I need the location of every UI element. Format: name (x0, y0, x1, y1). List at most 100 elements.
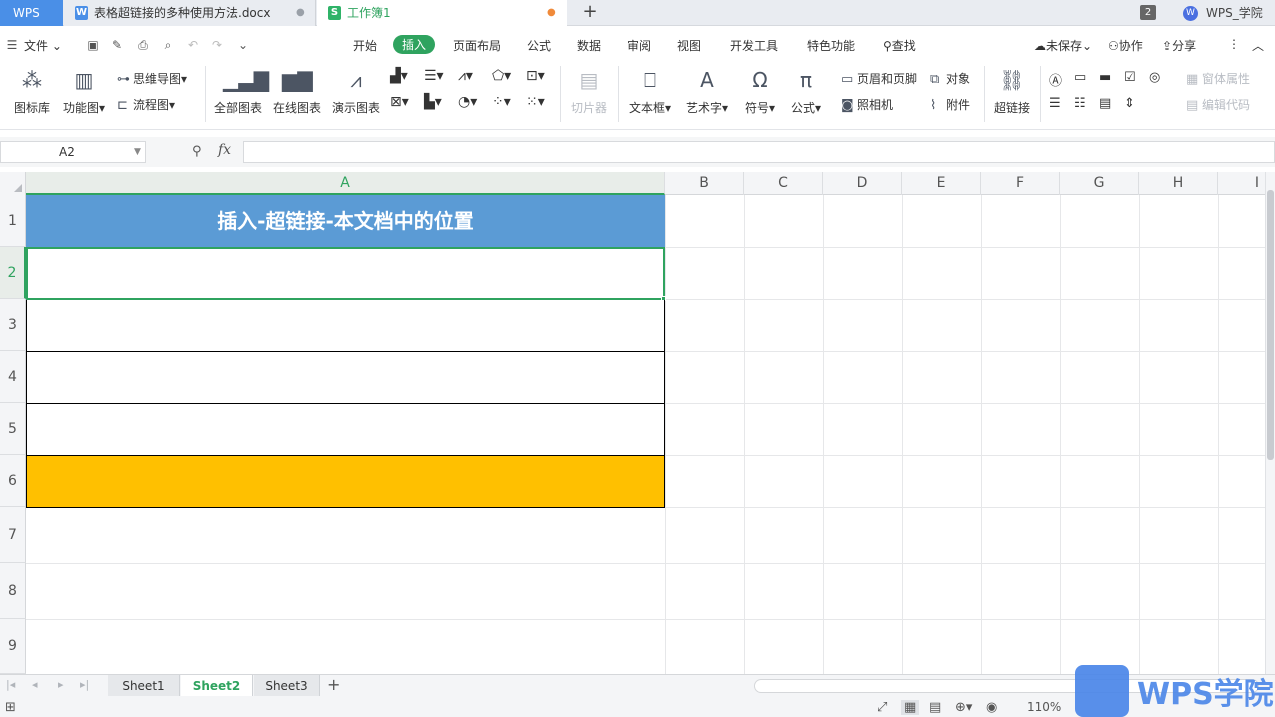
format-painter-icon[interactable]: ✎ (110, 38, 124, 52)
row-header-8[interactable]: 8 (0, 563, 26, 619)
normal-view-icon[interactable]: ▦ (901, 700, 920, 715)
menu-search[interactable]: ⚲查找 (883, 37, 916, 54)
column-header-d[interactable]: D (823, 172, 902, 195)
sheet-tab-3[interactable]: Sheet3 (254, 675, 320, 697)
menu-data[interactable]: 数据 (577, 37, 601, 54)
tab-workbook[interactable]: S 工作簿1 ● (317, 0, 567, 26)
row-header-2[interactable]: 2 (0, 247, 26, 299)
window-count-badge[interactable]: 2 (1140, 5, 1156, 20)
function-chart-button[interactable]: ▥ 功能图▾ (60, 66, 108, 116)
hamburger-menu-icon[interactable]: ☰ (5, 38, 19, 52)
row-header-4[interactable]: 4 (0, 351, 26, 403)
tab-document-docx[interactable]: W 表格超链接的多种使用方法.docx ● (64, 0, 316, 26)
menu-page-layout[interactable]: 页面布局 (453, 37, 501, 54)
scatter-chart-icon[interactable]: ⁘▾ (492, 94, 511, 110)
fullscreen-icon[interactable]: ⤢ (877, 700, 887, 715)
new-tab-button[interactable]: + (580, 0, 600, 26)
hyperlink-button[interactable]: ⛓ 超链接 (991, 66, 1033, 116)
chevron-down-icon[interactable]: ▼ (134, 142, 141, 162)
row-header-5[interactable]: 5 (0, 403, 26, 455)
next-sheet-icon[interactable]: ▸ (58, 678, 64, 691)
slicer-button[interactable]: ▤ 切片器 (567, 66, 611, 116)
attachment-button[interactable]: ⌇ 附件 (930, 96, 970, 113)
save-icon[interactable]: ▣ (86, 38, 100, 52)
menu-view[interactable]: 视图 (677, 37, 701, 54)
form-label-icon[interactable]: Ⓐ (1049, 70, 1062, 89)
combo-chart-icon[interactable]: ▙▾ (424, 94, 442, 110)
reading-mode-icon[interactable]: ⊕▾ (955, 700, 972, 715)
menu-insert[interactable]: 插入 (393, 35, 436, 54)
demo-charts-button[interactable]: ⩘ 演示图表 (331, 66, 381, 116)
column-header-b[interactable]: B (665, 172, 744, 195)
macro-icon[interactable]: ⊞ (5, 700, 16, 715)
insert-function-icon[interactable]: fx (218, 142, 231, 158)
form-checkbox-icon[interactable]: ☑ (1124, 70, 1136, 85)
cell-a1-title[interactable]: 插入-超链接-本文档中的位置 (26, 195, 665, 247)
row-header-1[interactable]: 1 (0, 195, 26, 247)
menu-home[interactable]: 开始 (353, 37, 377, 54)
column-header-e[interactable]: E (902, 172, 981, 195)
menu-file[interactable]: 文件 ⌄ (24, 37, 62, 54)
mindmap-button[interactable]: ⊶ 思维导图▾ (117, 70, 187, 87)
row-header-9[interactable]: 9 (0, 619, 26, 674)
area-chart-icon[interactable]: ⊡▾ (526, 68, 545, 84)
row-header-7[interactable]: 7 (0, 507, 26, 563)
cell-a3[interactable] (26, 300, 665, 352)
menu-features[interactable]: 特色功能 (807, 37, 855, 54)
tab-close-icon[interactable]: ● (296, 0, 305, 26)
column-header-a[interactable]: A (26, 172, 665, 195)
more-options-icon[interactable]: ⋮ (1228, 37, 1240, 51)
cell-a4[interactable] (26, 352, 665, 404)
zoom-formula-icon[interactable]: ⚲ (192, 144, 202, 159)
page-break-view-icon[interactable]: ▤ (929, 700, 941, 715)
vertical-scroll-thumb[interactable] (1267, 190, 1274, 460)
all-charts-button[interactable]: ▁▃▇ 全部图表 (213, 66, 269, 116)
wps-home-tab[interactable]: WPS (0, 0, 63, 26)
name-box[interactable]: A2 ▼ (0, 141, 146, 163)
radar-chart-icon[interactable]: ⬠▾ (492, 68, 511, 84)
prev-sheet-icon[interactable]: ◂ (32, 678, 38, 691)
print-preview-icon[interactable]: ⌕ (161, 38, 175, 52)
textbox-button[interactable]: ⎕ 文本框▾ (626, 66, 674, 116)
row-header-3[interactable]: 3 (0, 299, 26, 351)
eye-protection-icon[interactable]: ◉ (986, 700, 997, 715)
formula-button[interactable]: π 公式▾ (786, 66, 826, 116)
column-header-g[interactable]: G (1060, 172, 1139, 195)
column-header-c[interactable]: C (744, 172, 823, 195)
edit-code-button[interactable]: ▤ 编辑代码 (1186, 96, 1250, 113)
column-chart-icon[interactable]: ▟▾ (390, 68, 408, 84)
sheet-tab-2[interactable]: Sheet2 (181, 675, 253, 697)
column-header-h[interactable]: H (1139, 172, 1218, 195)
share-button[interactable]: ⇪分享 (1162, 37, 1196, 54)
camera-button[interactable]: ◙ 照相机 (841, 96, 893, 113)
collapse-ribbon-icon[interactable]: ︿ (1252, 37, 1264, 54)
add-sheet-button[interactable]: + (327, 675, 340, 695)
window-properties-button[interactable]: ▦ 窗体属性 (1186, 70, 1250, 87)
icon-library-button[interactable]: ⁂ 图标库 (11, 66, 53, 116)
undo-icon[interactable]: ↶ (186, 38, 200, 52)
menu-developer[interactable]: 开发工具 (730, 37, 778, 54)
form-listbox-icon[interactable]: ☰ (1049, 96, 1061, 111)
last-sheet-icon[interactable]: ▸| (80, 678, 89, 691)
form-scrollbar-icon[interactable]: ▤ (1099, 96, 1111, 111)
form-groupbox-icon[interactable]: ▭ (1074, 70, 1086, 85)
collaborate-button[interactable]: ⚇协作 (1108, 37, 1143, 54)
header-footer-button[interactable]: ▭ 页眉和页脚 (841, 70, 917, 87)
form-combobox-icon[interactable]: ☷ (1074, 96, 1086, 111)
cell-a6[interactable] (26, 456, 665, 508)
unsaved-status[interactable]: ☁未保存⌄ (1034, 37, 1092, 54)
online-charts-button[interactable]: ▆▇ 在线图表 (272, 66, 322, 116)
unsaved-dot-icon[interactable]: ● (547, 0, 556, 26)
sheet-tab-1[interactable]: Sheet1 (108, 675, 180, 697)
wordart-button[interactable]: A 艺术字▾ (683, 66, 731, 116)
row-header-6[interactable]: 6 (0, 455, 26, 507)
form-radio-icon[interactable]: ◎ (1149, 70, 1160, 85)
print-icon[interactable]: ⎙ (136, 38, 150, 52)
customize-toolbar-icon[interactable]: ⌄ (236, 38, 250, 52)
menu-review[interactable]: 审阅 (627, 37, 651, 54)
stock-chart-icon[interactable]: ⊠▾ (390, 94, 409, 110)
first-sheet-icon[interactable]: |◂ (6, 678, 15, 691)
redo-icon[interactable]: ↷ (210, 38, 224, 52)
select-all-corner[interactable] (0, 172, 26, 195)
user-account[interactable]: W WPS_学院 (1183, 3, 1263, 23)
